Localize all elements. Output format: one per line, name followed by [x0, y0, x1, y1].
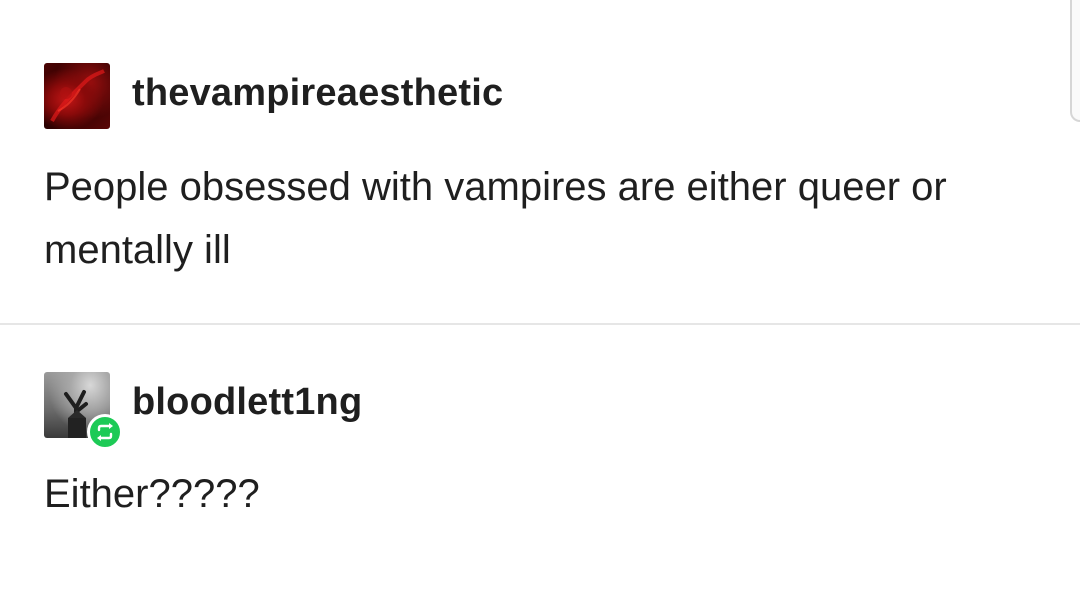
reblog-badge: [87, 414, 123, 450]
dark-red-abstract-avatar-icon[interactable]: [44, 63, 110, 129]
post-divider: [0, 323, 1080, 325]
post-original: thevampireaesthetic People obsessed with…: [0, 0, 1080, 324]
reblog-icon: [97, 423, 113, 441]
post-body-text: Either?????: [44, 472, 260, 516]
post-body-text: People obsessed with vampires are either…: [44, 165, 947, 272]
post-reblog: bloodlett1ng Either?????: [0, 326, 1080, 609]
avatar-texture-icon: [50, 69, 105, 122]
username-link[interactable]: bloodlett1ng: [132, 381, 362, 424]
gothic-tree-avatar-icon[interactable]: [44, 372, 123, 450]
username-link[interactable]: thevampireaesthetic: [132, 72, 503, 115]
